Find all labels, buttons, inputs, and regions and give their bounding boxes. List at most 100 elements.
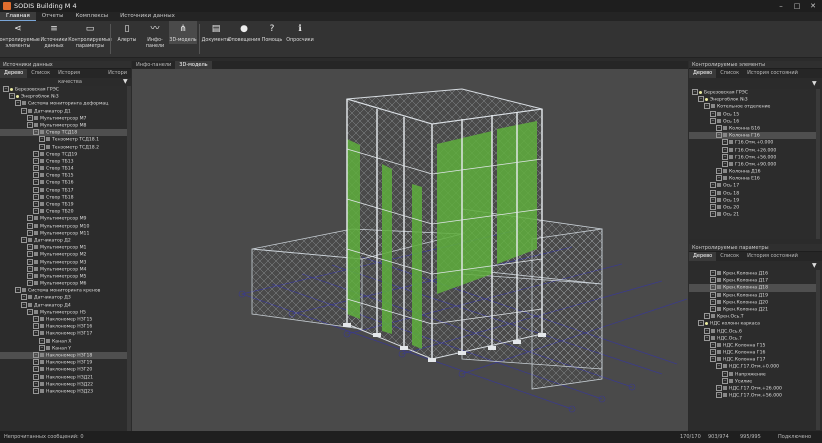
expand-toggle-icon[interactable]: − [710,110,716,117]
expand-toggle-icon[interactable]: − [39,143,45,150]
expand-toggle-icon[interactable]: − [710,349,716,356]
tree-row[interactable]: − Датчикатор Д1 [0,107,127,115]
tree-row[interactable]: − НДС.Ось.7 [689,334,816,342]
expand-toggle-icon[interactable]: − [710,211,716,218]
expand-toggle-icon[interactable]: − [710,356,716,363]
tree-row[interactable]: − Наклономер НЗГ15 [0,316,127,323]
expand-toggle-icon[interactable]: − [716,168,722,175]
ribbon-button-5[interactable]: ⋔ 3D-модель [169,21,197,44]
tree-row[interactable]: − Ось 16 [689,117,816,125]
tree-row[interactable]: − Система мониторинга деформац [0,100,127,107]
tree-row[interactable]: − Напряжение [689,370,816,378]
left-scrollbar[interactable] [127,86,131,431]
3d-viewport[interactable] [132,69,688,431]
tree-row[interactable]: − Колонна Б16 [689,124,816,132]
expand-toggle-icon[interactable]: − [704,103,710,110]
expand-toggle-icon[interactable]: − [33,323,39,330]
tree-row[interactable]: − Мультиметрсор М9 [0,215,127,222]
tree-row[interactable]: − Крен.Колонна Д18 [689,284,816,292]
tree-row[interactable]: − Створ ТБ16 [0,179,127,186]
tree-row[interactable]: − Колонна Е16 [689,175,816,182]
tree-row[interactable]: − Энергоблок №3 [0,93,127,100]
tree-row[interactable]: − Наклономер НЗГ19 [0,359,127,366]
tree-row[interactable]: − НДС.Г17.Отм.+0.000 [689,363,816,370]
expand-toggle-icon[interactable]: − [710,182,716,189]
ribbon-button-7[interactable]: ● Оповещения [228,21,260,44]
expand-toggle-icon[interactable]: − [21,236,27,243]
expand-toggle-icon[interactable]: − [27,121,33,128]
expand-toggle-icon[interactable]: − [704,313,710,320]
expand-toggle-icon[interactable]: − [39,136,45,143]
expand-toggle-icon[interactable]: − [27,265,33,272]
tree-row[interactable]: − Мультиметрсор М10 [0,222,127,230]
tree-row[interactable]: − Г16.Отм.+56.000 [689,153,816,161]
expand-toggle-icon[interactable]: − [716,132,722,139]
expand-toggle-icon[interactable]: − [33,157,39,164]
tree-row[interactable]: − НДС.Г17.Отм.+56.000 [689,392,816,399]
tree-row[interactable]: − Створ ТБ15 [0,172,127,179]
tree-row[interactable]: − Колонна Д16 [689,168,816,175]
tree-row[interactable]: − Створ ТБ13 [0,157,127,165]
tree-row[interactable]: − Створ ТБ17 [0,186,127,194]
right-bottom-tab-0[interactable]: Дерево [689,252,717,261]
right-bottom-scrollbar[interactable] [816,270,820,430]
tree-row[interactable]: − Створ ТБ19 [0,201,127,208]
tree-row[interactable]: − Котельное отделение [689,103,816,110]
tree-row[interactable]: − Тензометр ТСД18.2 [0,143,127,151]
center-tab-0[interactable]: Инфо-панели [132,61,175,69]
tree-row[interactable]: − НДС колонн каркаса [689,320,816,327]
tree-row[interactable]: − Березовская ГРЭС [689,89,816,96]
tree-row[interactable]: − Ось 17 [689,182,816,189]
tree-row[interactable]: − Канал X [0,337,127,345]
right-bottom-tab-2[interactable]: История состояний [743,252,802,261]
expand-toggle-icon[interactable]: − [716,175,722,182]
tree-row[interactable]: − Мультиметрсор Н5 [0,308,127,316]
right-top-tab-2[interactable]: История состояний [743,69,802,78]
expand-toggle-icon[interactable]: − [3,86,9,92]
tree-row[interactable]: − Мультиметрсор М4 [0,265,127,273]
expand-toggle-icon[interactable]: − [710,277,716,284]
tree-row[interactable]: − Крен.Колонна Д16 [689,270,816,277]
expand-toggle-icon[interactable]: − [27,280,33,287]
tree-row[interactable]: − Ось 18 [689,189,816,197]
expand-toggle-icon[interactable]: − [27,258,33,265]
ribbon-button-8[interactable]: ? Помощь [258,21,286,44]
expand-toggle-icon[interactable]: − [21,107,27,114]
expand-toggle-icon[interactable]: − [33,186,39,193]
tree-row[interactable]: − Ось 20 [689,204,816,211]
filter-icon[interactable]: ▼ [812,80,817,87]
tree-row[interactable]: − Г16.Отм.+26.000 [689,146,816,154]
tree-row[interactable]: − Датчикатор Д2 [0,236,127,244]
ribbon-button-0[interactable]: ⋖ Контролируемые элементы [0,21,40,49]
expand-toggle-icon[interactable]: − [33,351,39,358]
tree-row[interactable]: − Крен.Колонна Д17 [689,277,816,284]
expand-toggle-icon[interactable]: − [710,204,716,210]
right-top-tab-1[interactable]: Список [716,69,743,78]
ribbon-button-6[interactable]: ▤ Документы [202,21,231,44]
tree-row[interactable]: − Створ ТСД19 [0,150,127,158]
ribbon-button-2[interactable]: ▭ Контролируемые параметры [68,21,112,49]
expand-toggle-icon[interactable]: − [33,366,39,373]
expand-toggle-icon[interactable]: − [716,363,722,370]
expand-toggle-icon[interactable]: − [710,291,716,298]
expand-toggle-icon[interactable]: − [33,172,39,179]
tree-row[interactable]: − Наклономер НЗД23 [0,387,127,395]
tree-row[interactable]: − Мультиметрсор М2 [0,251,127,258]
expand-toggle-icon[interactable]: − [722,153,728,160]
expand-toggle-icon[interactable]: − [27,272,33,279]
expand-toggle-icon[interactable]: − [33,316,39,322]
tree-row[interactable]: − Наклономер НЗГ16 [0,323,127,330]
expand-toggle-icon[interactable]: − [710,196,716,203]
expand-toggle-icon[interactable]: − [33,201,39,207]
expand-toggle-icon[interactable]: − [27,308,33,315]
tree-row[interactable]: − Энергоблок №3 [689,96,816,103]
right-top-tab-0[interactable]: Дерево [689,69,717,78]
expand-toggle-icon[interactable]: − [21,301,27,308]
tree-row[interactable]: − Мультиметрсор М11 [0,229,127,237]
tree-row[interactable]: − Датчикатор Д3 [0,294,127,301]
tree-row[interactable]: − Система мониторинга кренов [0,287,127,294]
tree-row[interactable]: − Канал Y [0,344,127,352]
expand-toggle-icon[interactable]: − [39,344,45,351]
tree-row[interactable]: − Створ ТБ14 [0,165,127,172]
tree-row[interactable]: − Наклономер НЗД21 [0,373,127,381]
